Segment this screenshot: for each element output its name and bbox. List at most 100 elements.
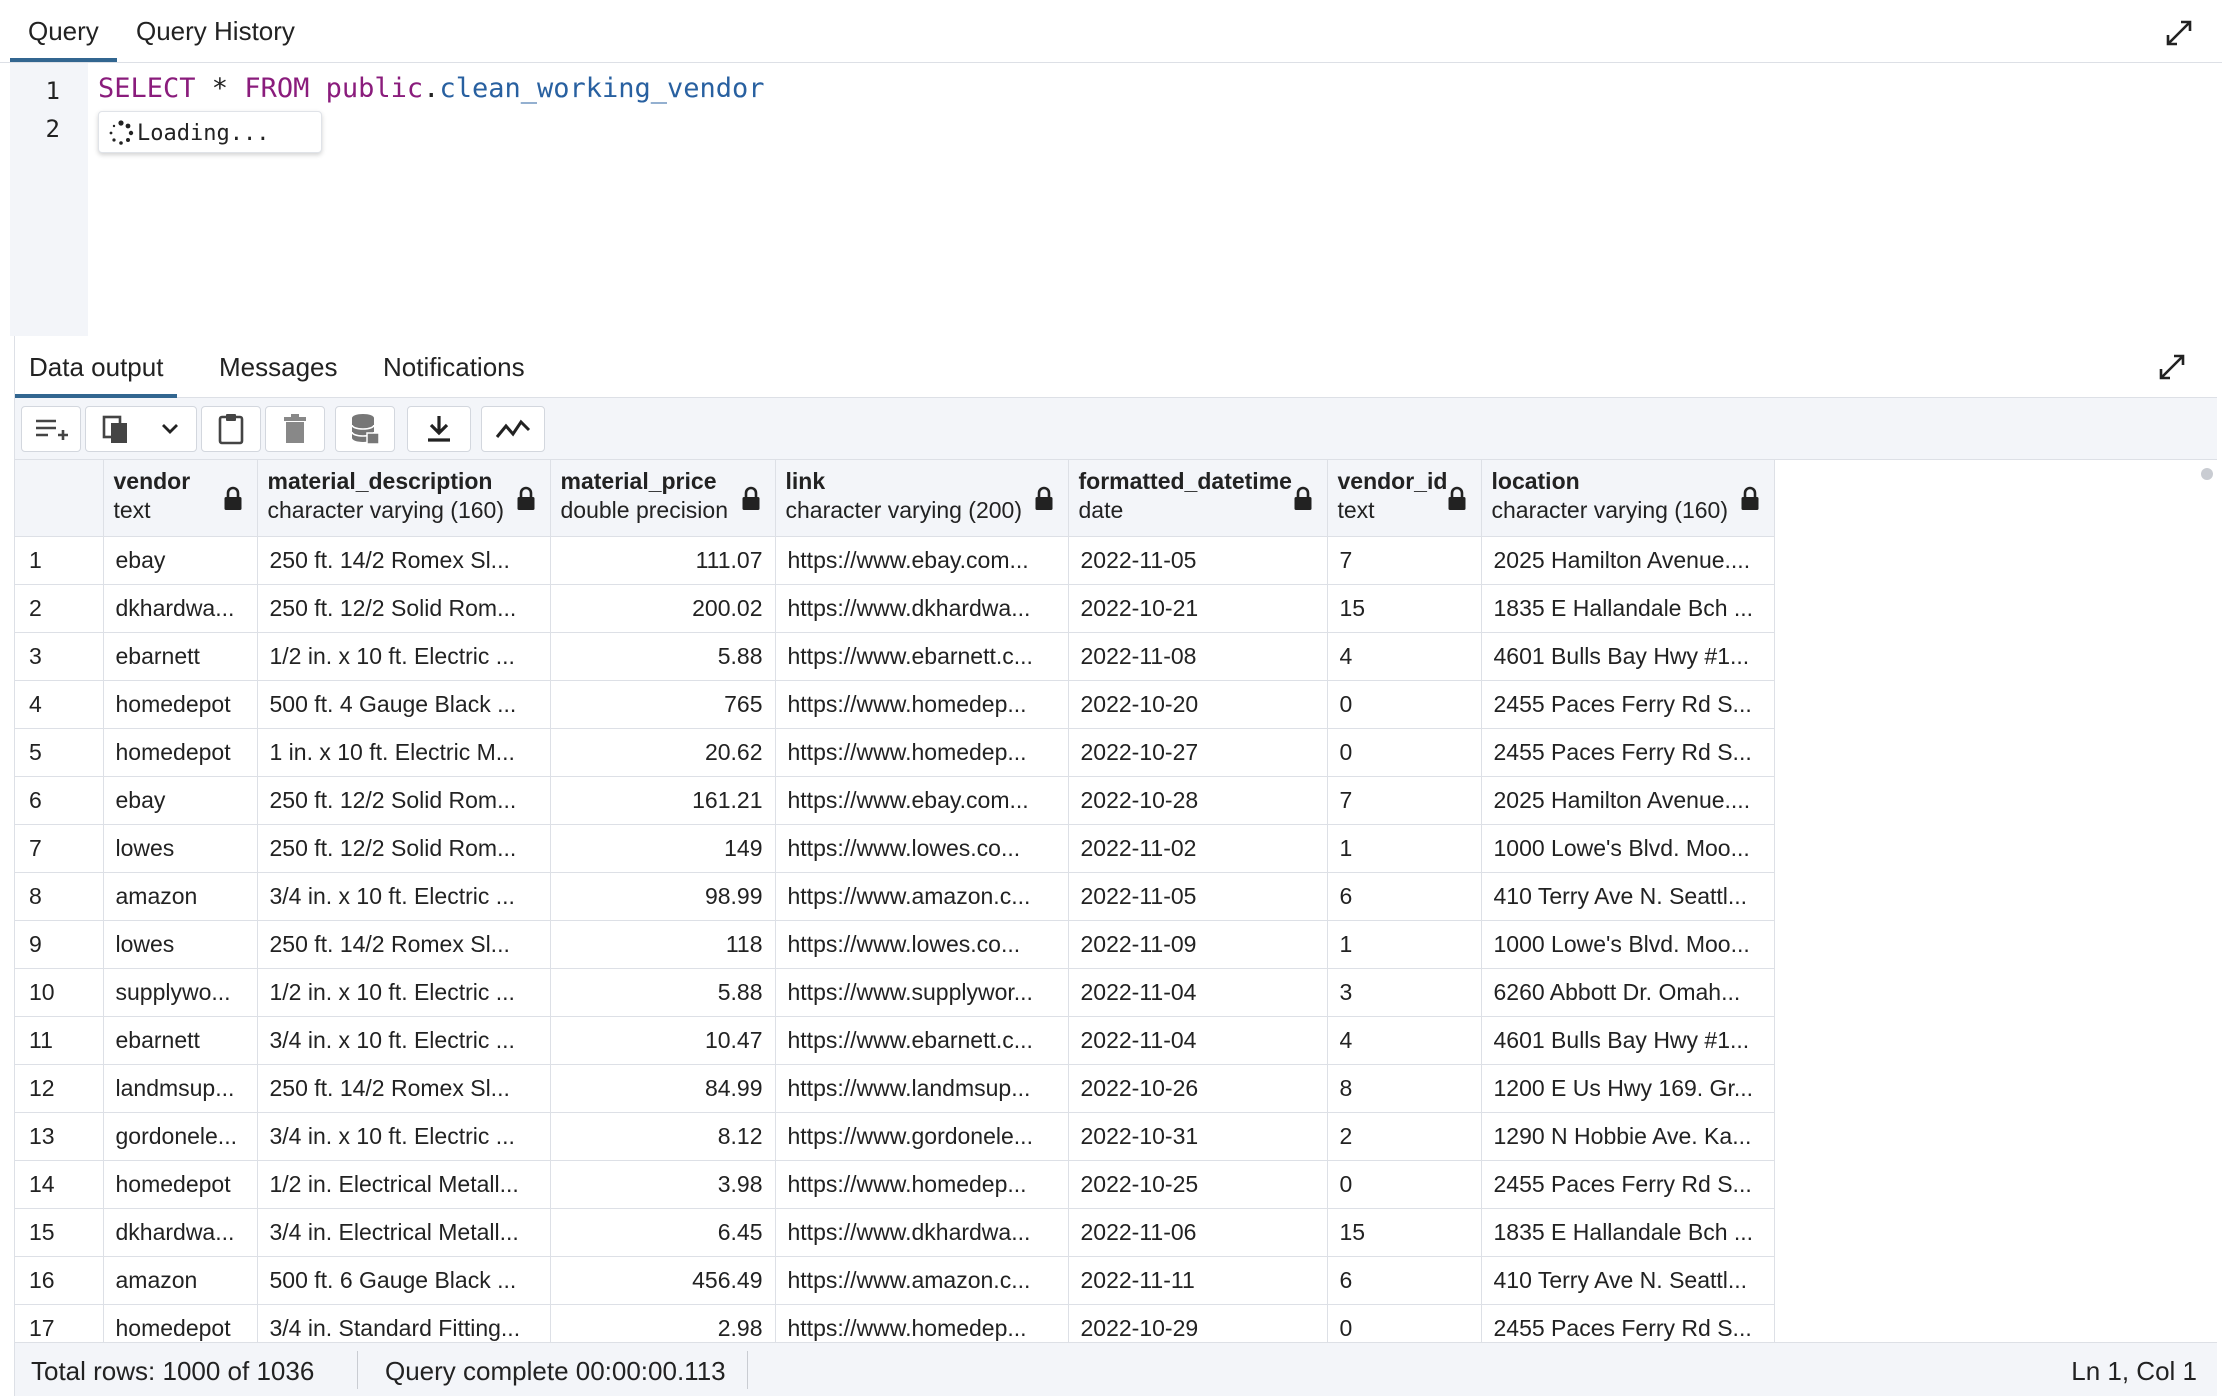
tab-query-history[interactable]: Query History [136,0,295,62]
table-row[interactable]: 9 lowes 250 ft. 14/2 Romex Sl... 118 https:/… [15,920,1775,969]
formatted-datetime-cell[interactable]: 2022-11-04 [1068,1016,1328,1065]
scrollbar-thumb[interactable] [2201,468,2213,480]
row-number-cell[interactable]: 10 [15,968,104,1017]
material-description-cell[interactable]: 250 ft. 14/2 Romex Sl... [257,920,551,969]
sql-editor[interactable]: 1 2 SELECT * FROM public.clean_working_v… [10,63,2222,336]
link-cell[interactable]: https://www.ebarnett.c... [775,1016,1069,1065]
column-header-vendor-id[interactable]: vendor_id text [1327,460,1482,537]
tab-messages[interactable]: Messages [219,336,338,398]
row-number-cell[interactable]: 8 [15,872,104,921]
material-price-cell[interactable]: 6.45 [550,1208,776,1257]
vendor-id-cell[interactable]: 1 [1327,920,1482,969]
sql-code-line[interactable]: SELECT * FROM public.clean_working_vendo… [98,73,765,104]
row-number-cell[interactable]: 6 [15,776,104,825]
material-description-cell[interactable]: 250 ft. 12/2 Solid Rom... [257,824,551,873]
location-cell[interactable]: 1290 N Hobbie Ave. Ka... [1481,1112,1775,1161]
download-button[interactable] [407,406,471,452]
vendor-cell[interactable]: lowes [103,824,258,873]
table-row[interactable]: 12 landmsup... 250 ft. 14/2 Romex Sl... 84.… [15,1064,1775,1113]
column-header-location[interactable]: location character varying (160) [1481,460,1775,537]
material-price-cell[interactable]: 10.47 [550,1016,776,1065]
vendor-id-cell[interactable]: 4 [1327,632,1482,681]
row-number-cell[interactable]: 9 [15,920,104,969]
formatted-datetime-cell[interactable]: 2022-10-28 [1068,776,1328,825]
vendor-cell[interactable]: lowes [103,920,258,969]
tab-query[interactable]: Query [10,0,117,62]
copy-button[interactable] [85,406,197,452]
location-cell[interactable]: 2455 Paces Ferry Rd S... [1481,728,1775,777]
material-price-cell[interactable]: 8.12 [550,1112,776,1161]
link-cell[interactable]: https://www.landmsup... [775,1064,1069,1113]
material-description-cell[interactable]: 250 ft. 12/2 Solid Rom... [257,584,551,633]
link-cell[interactable]: https://www.amazon.c... [775,1256,1069,1305]
column-header-material-description[interactable]: material_description character varying (1… [257,460,551,537]
location-cell[interactable]: 2455 Paces Ferry Rd S... [1481,1160,1775,1209]
formatted-datetime-cell[interactable]: 2022-11-11 [1068,1256,1328,1305]
material-price-cell[interactable]: 84.99 [550,1064,776,1113]
vendor-cell[interactable]: amazon [103,872,258,921]
column-header-link[interactable]: link character varying (200) [775,460,1069,537]
vendor-cell[interactable]: supplywo... [103,968,258,1017]
material-price-cell[interactable]: 161.21 [550,776,776,825]
formatted-datetime-cell[interactable]: 2022-11-08 [1068,632,1328,681]
link-cell[interactable]: https://www.ebay.com... [775,776,1069,825]
formatted-datetime-cell[interactable]: 2022-11-09 [1068,920,1328,969]
table-row[interactable]: 14 homedepot 1/2 in. Electrical Metall... 3… [15,1160,1775,1209]
row-number-cell[interactable]: 15 [15,1208,104,1257]
chevron-down-icon[interactable] [160,422,180,436]
column-header-formatted-datetime[interactable]: formatted_datetime date [1068,460,1328,537]
row-number-cell[interactable]: 12 [15,1064,104,1113]
material-description-cell[interactable]: 250 ft. 14/2 Romex Sl... [257,536,551,585]
vendor-id-cell[interactable]: 7 [1327,536,1482,585]
material-description-cell[interactable]: 3/4 in. x 10 ft. Electric ... [257,1112,551,1161]
material-description-cell[interactable]: 3/4 in. Standard Fitting... [257,1304,551,1342]
save-data-button[interactable] [335,406,395,452]
material-price-cell[interactable]: 200.02 [550,584,776,633]
material-description-cell[interactable]: 250 ft. 14/2 Romex Sl... [257,1064,551,1113]
row-number-cell[interactable]: 3 [15,632,104,681]
table-row[interactable]: 6 ebay 250 ft. 12/2 Solid Rom... 161.21 http… [15,776,1775,825]
maximize-icon[interactable] [2164,18,2194,48]
link-cell[interactable]: https://www.supplywor... [775,968,1069,1017]
delete-button[interactable] [265,406,325,452]
vendor-id-cell[interactable]: 8 [1327,1064,1482,1113]
link-cell[interactable]: https://www.dkhardwa... [775,584,1069,633]
link-cell[interactable]: https://www.homedep... [775,1304,1069,1342]
material-description-cell[interactable]: 1/2 in. x 10 ft. Electric ... [257,968,551,1017]
location-cell[interactable]: 2025 Hamilton Avenue.... [1481,776,1775,825]
location-cell[interactable]: 2455 Paces Ferry Rd S... [1481,680,1775,729]
maximize-icon[interactable] [2157,352,2187,382]
vendor-cell[interactable]: homedepot [103,680,258,729]
table-row[interactable]: 15 dkhardwa... 3/4 in. Electrical Metall..… [15,1208,1775,1257]
row-number-cell[interactable]: 1 [15,536,104,585]
table-row[interactable]: 16 amazon 500 ft. 6 Gauge Black ... 456.49 h… [15,1256,1775,1305]
link-cell[interactable]: https://www.gordonele... [775,1112,1069,1161]
formatted-datetime-cell[interactable]: 2022-10-25 [1068,1160,1328,1209]
paste-button[interactable] [201,406,261,452]
graph-visualiser-button[interactable] [481,406,545,452]
formatted-datetime-cell[interactable]: 2022-11-05 [1068,536,1328,585]
formatted-datetime-cell[interactable]: 2022-11-06 [1068,1208,1328,1257]
formatted-datetime-cell[interactable]: 2022-10-27 [1068,728,1328,777]
vendor-id-cell[interactable]: 0 [1327,728,1482,777]
vendor-cell[interactable]: ebay [103,536,258,585]
location-cell[interactable]: 1200 E Us Hwy 169. Gr... [1481,1064,1775,1113]
vendor-id-cell[interactable]: 15 [1327,1208,1482,1257]
row-number-cell[interactable]: 4 [15,680,104,729]
link-cell[interactable]: https://www.amazon.c... [775,872,1069,921]
material-description-cell[interactable]: 250 ft. 12/2 Solid Rom... [257,776,551,825]
vendor-cell[interactable]: landmsup... [103,1064,258,1113]
vendor-cell[interactable]: homedepot [103,1160,258,1209]
row-number-cell[interactable]: 16 [15,1256,104,1305]
material-description-cell[interactable]: 1/2 in. x 10 ft. Electric ... [257,632,551,681]
material-description-cell[interactable]: 3/4 in. Electrical Metall... [257,1208,551,1257]
formatted-datetime-cell[interactable]: 2022-10-21 [1068,584,1328,633]
material-price-cell[interactable]: 118 [550,920,776,969]
material-price-cell[interactable]: 149 [550,824,776,873]
table-row[interactable]: 13 gordonele... 3/4 in. x 10 ft. Electric … [15,1112,1775,1161]
vendor-id-cell[interactable]: 2 [1327,1112,1482,1161]
table-row[interactable]: 11 ebarnett 3/4 in. x 10 ft. Electric ... 1… [15,1016,1775,1065]
vendor-cell[interactable]: dkhardwa... [103,584,258,633]
vendor-cell[interactable]: dkhardwa... [103,1208,258,1257]
row-number-cell[interactable]: 5 [15,728,104,777]
